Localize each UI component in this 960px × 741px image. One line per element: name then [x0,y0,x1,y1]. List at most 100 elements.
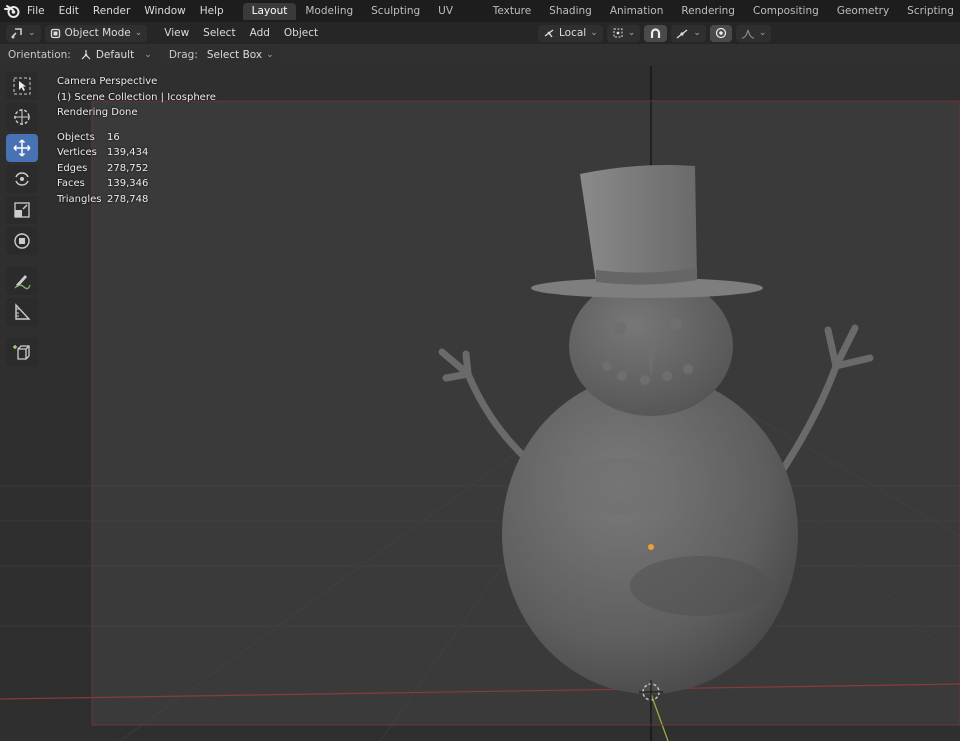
drag-select[interactable]: Select Box ⌄ [201,46,279,64]
tab-compositing[interactable]: Compositing [744,3,828,20]
tab-animation[interactable]: Animation [601,3,673,20]
active-collection: (1) Scene Collection | Icosphere [57,91,216,103]
orientation-label: Orientation: [8,49,71,61]
cursor-icon [14,109,30,125]
toolbar-separator [6,258,42,264]
tool-settings-bar: Orientation: Default ⌄ Drag: Select Box … [0,44,960,66]
tab-scripting[interactable]: Scripting [898,3,960,20]
measure-tool[interactable] [6,298,38,326]
orientation-select[interactable]: Default ⌄ [74,46,157,64]
add-cube-tool[interactable] [6,338,38,366]
stat-value: 139,434 [107,147,149,158]
toolbar-separator [6,329,42,335]
add-cube-icon [13,345,30,360]
pivot-point-icon [613,28,623,38]
stat-value: 278,748 [107,193,149,205]
camera-frame [92,101,960,725]
viewport-menus: View Select Add Object [157,27,325,39]
origin-point [648,544,654,550]
pivot-select[interactable]: Local ⌄ [538,24,603,42]
object-mode-icon [50,28,60,38]
scale-tool[interactable] [6,196,38,224]
annotate-icon [14,275,31,290]
proportional-edit-toggle[interactable] [709,24,732,42]
move-tool[interactable] [6,134,38,162]
blender-logo-icon[interactable] [4,0,20,22]
stat-label: Objects [57,131,95,143]
transform-tool[interactable] [6,227,38,255]
tool-shelf [6,72,42,366]
menu-add[interactable]: Add [243,27,277,39]
stat-label: Vertices [57,147,97,158]
transform-icon [14,233,30,249]
orientation-value: Default [95,49,135,61]
tab-rendering[interactable]: Rendering [672,3,744,20]
rotate-tool[interactable] [6,165,38,193]
scale-icon [14,202,30,218]
top-bar: File Edit Render Window Help Layout Mode… [0,0,960,34]
transform-controls: Local ⌄ ⌄ ⌄ ⌄ [538,24,775,42]
select-box-tool[interactable] [6,72,38,100]
stat-value: 139,346 [107,178,149,189]
render-status: Rendering Done [57,107,138,118]
mode-select-value: Object Mode [64,27,131,39]
rotate-icon [15,172,29,186]
chevron-down-icon: ⌄ [590,28,598,38]
orientation-icon [81,50,91,60]
snap-toggle[interactable] [644,24,668,42]
tab-shading[interactable]: Shading [540,3,601,20]
menu-object[interactable]: Object [277,27,325,39]
tab-uv-editing[interactable]: UV Editing [429,3,484,34]
falloff-button[interactable]: ⌄ [735,24,772,42]
menu-view[interactable]: View [157,27,196,39]
stat-label: Faces [57,178,85,189]
select-box-icon [13,77,31,95]
chevron-down-icon: ⌄ [28,28,36,38]
drag-label: Drag: [168,49,198,61]
proportional-edit-icon [715,27,726,39]
viewport-header: ⌄ Object Mode ⌄ View Select Add Object L… [0,22,960,44]
hat-crown [580,165,697,285]
editor-type-button[interactable]: ⌄ [6,24,41,42]
chevron-down-icon: ⌄ [693,28,701,38]
stat-label: Edges [57,162,88,174]
stat-value: 16 [107,131,120,143]
editor-type-icon [11,28,22,39]
cursor-tool[interactable] [6,103,38,131]
menu-edit[interactable]: Edit [52,0,86,22]
tab-layout[interactable]: Layout [242,2,297,20]
tab-sculpting[interactable]: Sculpting [362,3,429,20]
annotate-tool[interactable] [6,267,38,295]
magnet-icon [651,27,661,38]
menu-select[interactable]: Select [196,27,242,39]
chevron-down-icon: ⌄ [134,28,143,38]
menu-file[interactable]: File [20,0,52,22]
stat-label: Triangles [57,193,102,205]
snap-target-button[interactable]: ⌄ [671,24,706,42]
mode-select[interactable]: Object Mode ⌄ [44,24,148,42]
tab-modeling[interactable]: Modeling [296,3,362,20]
menu-render[interactable]: Render [86,0,137,22]
view-name: Camera Perspective [57,76,158,87]
transform-orientation-icon [544,28,554,37]
tab-texture-paint[interactable]: Texture Paint [484,3,540,34]
measure-icon [15,303,31,320]
stat-value: 278,752 [107,162,149,174]
chevron-down-icon: ⌄ [627,28,636,38]
drag-value: Select Box [206,49,263,61]
menu-help[interactable]: Help [193,0,231,22]
scene-statistics: Objects 16 Vertices 139,434 Edges 278,752 F… [57,130,216,208]
pivot-point-button[interactable]: ⌄ [606,24,641,42]
menu-window[interactable]: Window [137,0,192,22]
snowman-body [502,374,798,694]
workspace-tabs: Layout Modeling Sculpting UV Editing Tex… [242,2,960,34]
main-menu: File Edit Render Window Help [20,0,231,22]
chevron-down-icon: ⌄ [266,50,274,60]
chevron-down-icon: ⌄ [758,28,767,38]
tab-geometry-nodes[interactable]: Geometry Nodes [828,3,898,34]
falloff-curve-icon [741,29,754,39]
move-icon [13,139,31,157]
chevron-down-icon: ⌄ [144,50,152,60]
snap-target-icon [676,28,688,39]
pivot-select-value: Local [559,27,587,39]
